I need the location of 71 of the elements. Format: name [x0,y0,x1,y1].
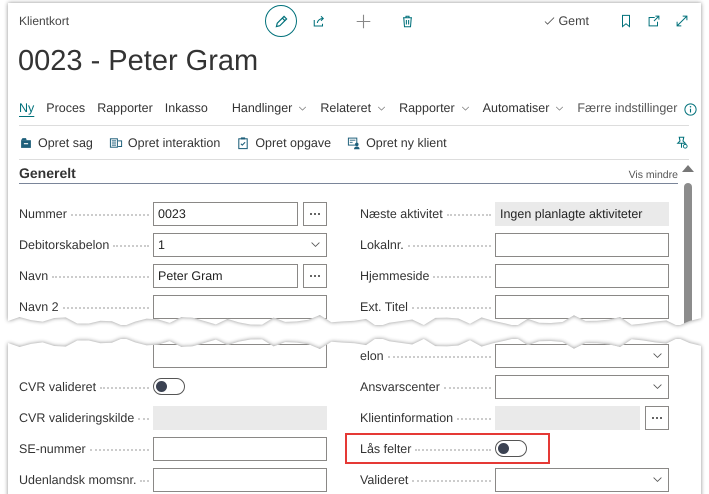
check-icon [543,14,556,28]
tab[interactable]: Inkasso [158,101,214,117]
dropdown-field[interactable]: 1 [153,232,327,256]
field-label: Lås felter [360,442,412,456]
field-label: SE-nummer [19,442,86,456]
more-button[interactable] [303,264,327,288]
ellipsis-icon [651,416,663,420]
section-title: Generelt [19,165,76,181]
menu-button[interactable]: Relateret [314,101,394,117]
menu-button[interactable]: Handlinger [226,101,314,117]
menu-button[interactable]: Rapporter [393,101,477,117]
expand-icon[interactable] [675,14,689,28]
field-label: Lokalnr. [360,238,404,252]
field-label: Debitorskabelon [19,238,110,252]
toggle-switch[interactable] [495,440,527,457]
edit-button[interactable] [265,5,297,37]
dropdown-field[interactable] [495,468,669,492]
page-title: 0023 - Peter Gram [17,44,260,79]
field-label: Klientinformation [360,410,454,424]
input-field[interactable]: 0023 [153,202,298,226]
field-label: CVR valideringskilde [19,410,134,424]
input-field[interactable] [153,294,327,318]
popout-icon[interactable] [647,14,661,28]
action-button[interactable]: Opret ny klient [347,136,447,150]
info-icon[interactable] [683,102,698,116]
field-label: Nummer [19,206,67,220]
plus-icon[interactable] [354,12,372,30]
contact-card-icon [347,136,362,150]
folder-icon [19,136,33,150]
field-label: Ext. Titel [360,300,408,314]
scroll-up-icon[interactable] [682,165,694,172]
clipboard-icon [236,136,250,150]
dropdown-field[interactable] [495,374,669,398]
input-field[interactable] [153,344,327,368]
field-label: Næste aktivitet [360,206,443,220]
readonly-field: Ingen planlagte aktiviteter [495,202,669,226]
card-stack-icon [108,136,123,150]
link[interactable]: Færre indstillinger [571,101,684,117]
share-icon[interactable] [312,14,326,28]
page-caption: Klientkort [19,14,70,28]
more-button[interactable] [303,202,327,226]
tab[interactable]: Rapporter [91,101,159,117]
dropdown-field[interactable] [495,344,669,368]
field-label: Udenlandsk momsnr. [19,472,136,486]
input-field[interactable] [153,468,327,492]
action-button[interactable]: Opret sag [19,136,93,150]
show-less-link[interactable]: Vis mindre [628,169,678,181]
saved-status: Gemt [558,14,589,28]
ellipsis-icon [309,212,321,216]
input-field[interactable] [153,436,327,460]
more-button[interactable] [645,406,669,430]
pin-icon[interactable] [674,135,689,150]
input-field[interactable] [495,294,669,318]
action-button[interactable]: Opret opgave [236,136,332,150]
field-label: Ansvarscenter [360,380,440,394]
field-label: Valideret [360,472,408,486]
input-field[interactable] [495,232,669,256]
field-label: Navn [19,268,48,282]
input-field[interactable] [495,264,669,288]
bookmark-icon[interactable] [619,14,633,28]
field-label: elon [360,348,384,362]
menu-button[interactable]: Automatiser [476,101,572,117]
input-field[interactable]: Peter Gram [153,264,298,288]
action-button[interactable]: Opret interaktion [108,136,220,150]
toggle-switch[interactable] [153,378,185,395]
tab[interactable]: Proces [40,101,92,117]
ellipsis-icon [309,274,321,278]
field-label: Hjemmeside [360,268,430,282]
field-label: CVR valideret [19,380,96,394]
field-label: Navn 2 [19,300,59,314]
tab[interactable]: Ny [19,101,40,117]
